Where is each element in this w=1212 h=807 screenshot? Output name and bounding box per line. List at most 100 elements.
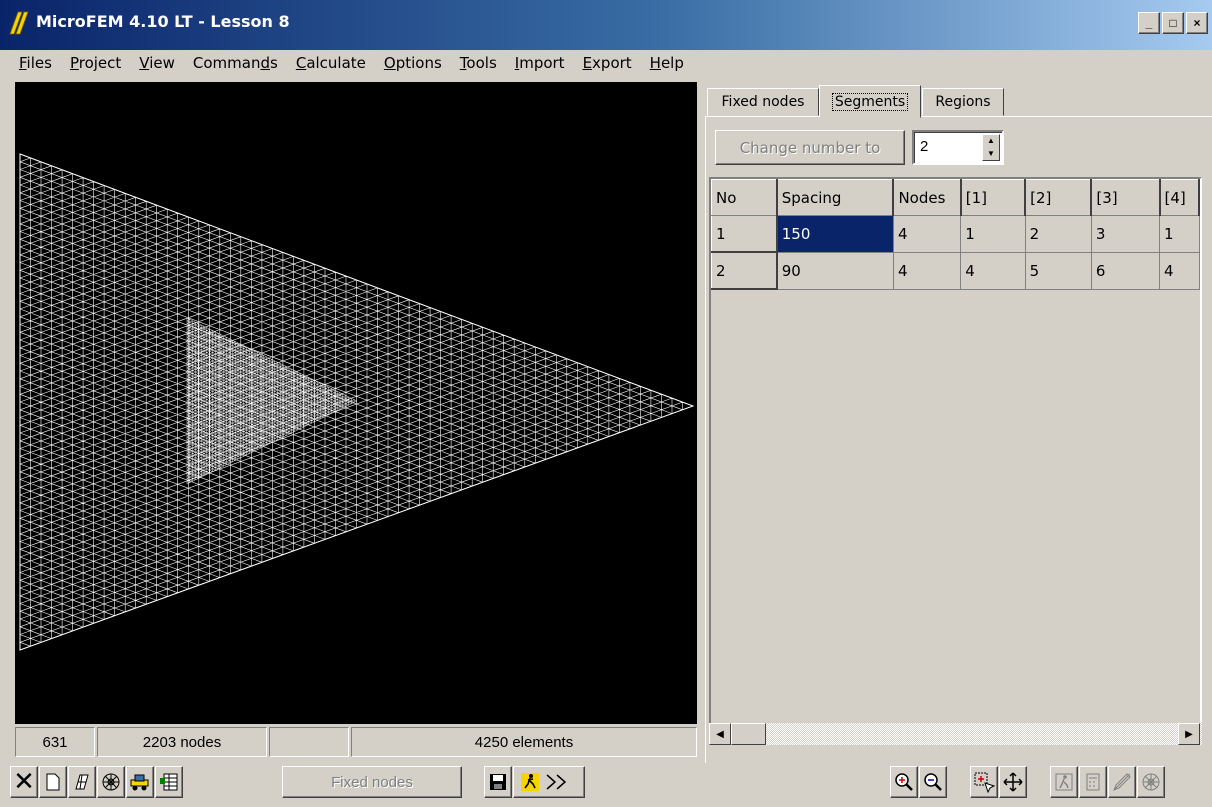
minimize-icon: _ (1145, 16, 1153, 30)
pan-icon (1003, 772, 1023, 792)
status-empty (269, 727, 349, 757)
change-number-button[interactable]: Change number to (715, 130, 905, 165)
x-icon: ✕ (13, 767, 35, 797)
grid-cell[interactable]: 4 (893, 252, 962, 290)
zoom-out-button[interactable] (919, 766, 947, 798)
save-icon (490, 774, 506, 790)
scroll-thumb[interactable] (731, 723, 766, 745)
grid-header-2[interactable]: Nodes (892, 179, 962, 216)
row-number-cell[interactable]: 1 (711, 215, 778, 253)
menu-item-1[interactable]: Project (61, 54, 130, 72)
delete-button[interactable]: ✕ (10, 766, 38, 798)
menu-item-6[interactable]: Tools (451, 54, 506, 72)
segments-grid[interactable]: No Spacing Nodes [1] [2] [3] [4] 1 150 4 1 2 3 1 2 90 4… (709, 177, 1202, 725)
menu-item-2[interactable]: View (130, 54, 184, 72)
grid-header-0[interactable]: No (711, 179, 778, 216)
table-button[interactable] (155, 766, 183, 798)
maximize-button[interactable]: □ (1162, 12, 1184, 34)
number-spinner[interactable]: 2 ▲ ▼ (912, 130, 1004, 165)
pen-icon (1113, 773, 1131, 791)
menu-item-7[interactable]: Import (506, 54, 574, 72)
menu-item-0[interactable]: Files (10, 54, 61, 72)
calculator-icon (1086, 773, 1100, 791)
menu-item-8[interactable]: Export (574, 54, 641, 72)
wheel-icon (102, 773, 120, 791)
menu-item-9[interactable]: Help (641, 54, 693, 72)
calculator-button[interactable] (1079, 766, 1107, 798)
new-document-icon (46, 773, 60, 791)
tab-segments[interactable]: Segments (819, 85, 921, 118)
zoom-in-icon (895, 773, 913, 791)
spinner-down-icon[interactable]: ▼ (987, 149, 995, 158)
zoom-in-button[interactable] (890, 766, 918, 798)
segments-table: No Spacing Nodes [1] [2] [3] [4] 1 150 4 1 2 3 1 2 90 4… (711, 179, 1200, 290)
spinner-buttons[interactable]: ▲ ▼ (982, 134, 1000, 161)
walk-forward-button[interactable] (513, 766, 585, 798)
wheel-icon (1142, 773, 1160, 791)
grid-cell[interactable]: 3 (1091, 215, 1161, 253)
grid-cell[interactable]: 150 (776, 215, 894, 253)
status-node-count: 2203 nodes (97, 727, 267, 757)
walk-forward-icon (521, 773, 567, 791)
outer-mesh (19, 153, 694, 651)
mesh-icon (75, 774, 89, 790)
grid-cell[interactable]: 6 (1091, 252, 1161, 290)
minimize-button[interactable]: _ (1138, 12, 1160, 34)
pan-button[interactable] (999, 766, 1027, 798)
grid-header-3[interactable]: [1] (960, 179, 1027, 216)
mesh-drawing (19, 153, 695, 651)
tab-fixed-nodes-label: Fixed nodes (721, 94, 805, 110)
save-button[interactable] (484, 766, 512, 798)
grid-header-1[interactable]: Spacing (776, 179, 895, 216)
grid-cell[interactable]: 4 (960, 252, 1026, 290)
run-button[interactable] (126, 766, 154, 798)
grid-cell[interactable]: 4 (893, 215, 962, 253)
arrow-right-icon: ▶ (1185, 728, 1193, 740)
arrow-left-icon: ◀ (716, 728, 724, 740)
menu-item-3[interactable]: Commands (184, 54, 287, 72)
walk-icon (1055, 773, 1073, 791)
pen-button[interactable] (1108, 766, 1136, 798)
grid-header-6[interactable]: [4] (1159, 179, 1200, 216)
table-row[interactable]: 2 90 4 4 5 6 4 (711, 251, 1200, 290)
window-title: MicroFEM 4.10 LT - Lesson 8 (36, 12, 290, 31)
grid-cell[interactable]: 5 (1025, 252, 1092, 290)
grid-header-4[interactable]: [2] (1024, 179, 1093, 216)
grid-cell[interactable]: 90 (776, 252, 894, 290)
menu-item-4[interactable]: Calculate (287, 54, 375, 72)
wheel-button[interactable] (97, 766, 125, 798)
change-number-label: Change number to (739, 138, 881, 157)
status-coordinate: 631 (15, 727, 95, 757)
grid-cell[interactable]: 4 (1159, 252, 1200, 290)
tab-regions-label: Regions (935, 94, 991, 110)
tab-regions[interactable]: Regions (922, 88, 1004, 116)
mesh-button[interactable] (68, 766, 96, 798)
mesh-canvas[interactable] (15, 82, 697, 724)
grid-cell[interactable]: 1 (1159, 215, 1200, 253)
row-number-cell[interactable]: 2 (711, 251, 778, 290)
title-bar[interactable]: MicroFEM 4.10 LT - Lesson 8 _ □ × (0, 0, 1212, 50)
close-icon: × (1193, 16, 1201, 30)
spinner-value[interactable]: 2 (920, 138, 928, 155)
grid-cell[interactable]: 1 (960, 215, 1026, 253)
close-button[interactable]: × (1186, 12, 1208, 34)
horizontal-scrollbar[interactable]: ◀ ▶ (709, 723, 1202, 745)
table-row[interactable]: 1 150 4 1 2 3 1 (711, 215, 1200, 253)
fixed-nodes-label: Fixed nodes (331, 773, 413, 791)
new-button[interactable] (39, 766, 67, 798)
car-icon (130, 774, 149, 791)
grid-header-5[interactable]: [3] (1090, 179, 1161, 216)
tab-fixed-nodes[interactable]: Fixed nodes (707, 88, 819, 116)
menu-item-5[interactable]: Options (375, 54, 451, 72)
table-icon (160, 773, 178, 791)
zoom-window-icon (974, 772, 995, 793)
zoom-window-button[interactable] (970, 766, 998, 798)
scroll-left-button[interactable]: ◀ (709, 723, 731, 745)
fixed-nodes-button[interactable]: Fixed nodes (282, 766, 462, 798)
zoom-out-icon (924, 773, 942, 791)
wheel-disabled-button[interactable] (1137, 766, 1165, 798)
grid-cell[interactable]: 2 (1025, 215, 1092, 253)
scroll-right-button[interactable]: ▶ (1178, 723, 1200, 745)
spinner-up-icon[interactable]: ▲ (987, 137, 995, 145)
walk-back-button[interactable] (1050, 766, 1078, 798)
